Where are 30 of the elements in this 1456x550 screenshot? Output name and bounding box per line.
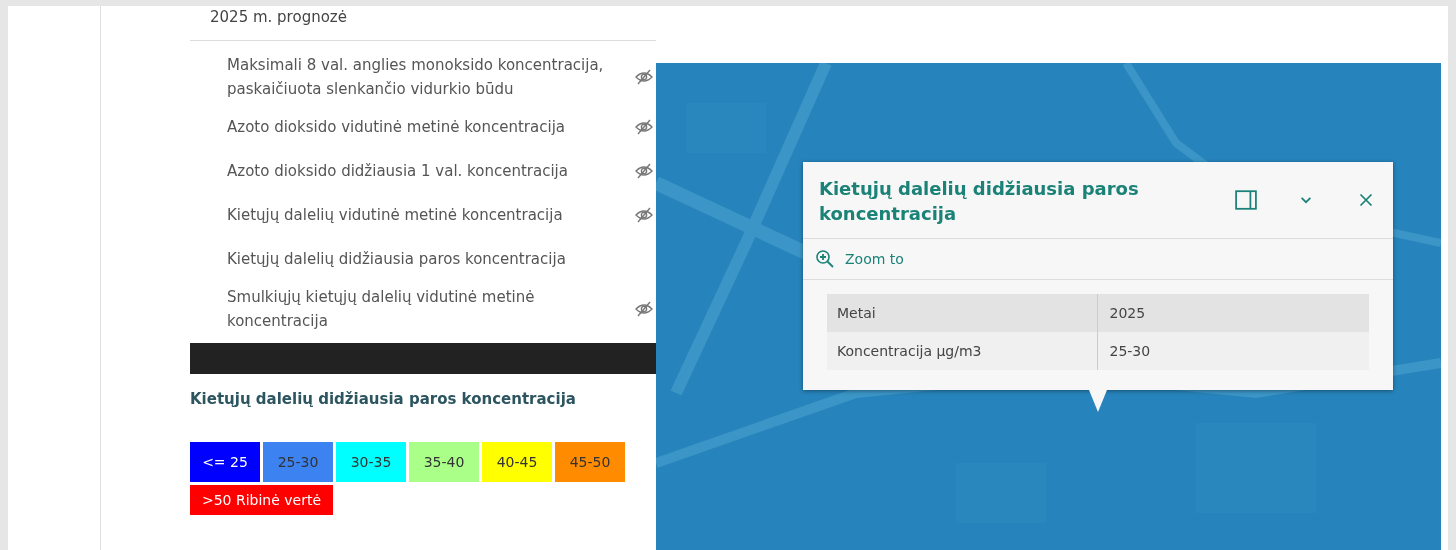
legend-swatch: <= 25 bbox=[190, 442, 260, 482]
zoom-to-link[interactable]: Zoom to bbox=[845, 251, 904, 267]
layer-item[interactable]: Smulkiųjų kietųjų dalelių vidutinė metinė koncentracija bbox=[227, 285, 607, 333]
layer-group-title: 2025 m. prognozė bbox=[190, 6, 656, 41]
legend-title: Kietųjų dalelių didžiausia paros koncentracija bbox=[190, 390, 577, 408]
eye-slash-icon[interactable] bbox=[634, 301, 654, 317]
legend-swatch: 25-30 bbox=[263, 442, 333, 482]
table-cell: 25-30 bbox=[1096, 332, 1369, 370]
popup-title: Kietųjų dalelių didžiausia paros koncentracija bbox=[819, 177, 1140, 226]
zoom-in-icon[interactable] bbox=[815, 249, 835, 269]
eye-slash-icon[interactable] bbox=[634, 207, 654, 223]
legend-swatch: 45-50 bbox=[555, 442, 625, 482]
legend-swatch: 30-35 bbox=[336, 442, 406, 482]
eye-slash-icon[interactable] bbox=[634, 163, 654, 179]
legend-swatch: 35-40 bbox=[409, 442, 479, 482]
dock-icon[interactable] bbox=[1235, 190, 1257, 210]
eye-slash-icon[interactable] bbox=[634, 119, 654, 135]
table-cell-text: Koncentracija µg/m3 bbox=[836, 342, 983, 361]
layer-item[interactable]: Maksimali 8 val. anglies monoksido koncentracija, paskaičiuota slenkančio vidurkio būdu bbox=[227, 53, 607, 101]
layer-item[interactable]: Azoto dioksido didžiausia 1 val. koncentracija bbox=[227, 159, 607, 183]
table-cell-text: Metai bbox=[836, 304, 877, 323]
layer-item[interactable]: Kietųjų dalelių vidutinė metinė koncentracija bbox=[227, 203, 607, 227]
popup-pointer bbox=[1089, 390, 1107, 412]
legend-swatch: >50 Ribinė vertė bbox=[190, 485, 333, 515]
eye-slash-icon[interactable] bbox=[634, 69, 654, 85]
legend-swatch: 40-45 bbox=[482, 442, 552, 482]
table-cell: 2025 bbox=[1096, 294, 1369, 332]
layer-item[interactable]: Azoto dioksido vidutinė metinė koncentracija bbox=[227, 115, 607, 139]
layer-item[interactable]: Kietųjų dalelių didžiausia paros koncentracija bbox=[227, 247, 607, 271]
map-view[interactable]: Kietųjų dalelių didžiausia paros koncentracija Zoom to Metai 2025 Koncentracija µg/m3 25-30 bbox=[656, 63, 1441, 550]
